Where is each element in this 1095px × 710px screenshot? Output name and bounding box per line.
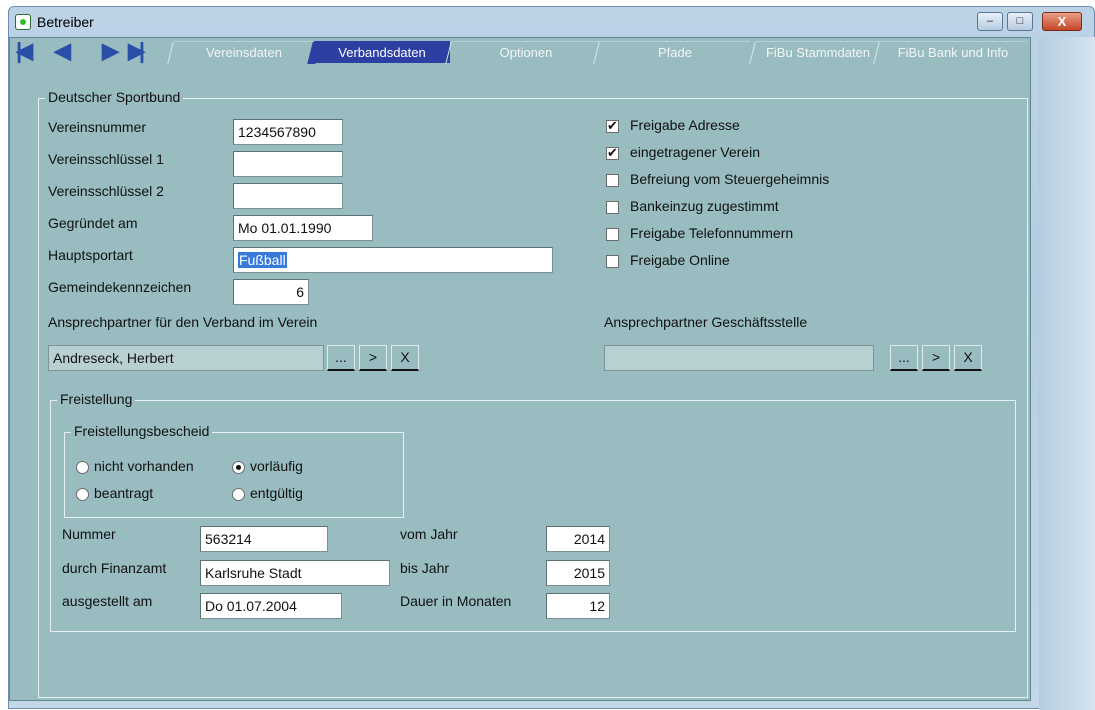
label-eingetragener-verein: eingetragener Verein: [630, 144, 760, 160]
label-vom-jahr: vom Jahr: [400, 526, 458, 542]
checkbox-bankeinzug[interactable]: [606, 201, 619, 214]
label-entgueltig: entgültig: [250, 485, 303, 501]
vom-jahr-input[interactable]: 2014: [546, 526, 610, 552]
label-bankeinzug: Bankeinzug zugestimmt: [630, 198, 779, 214]
radio-entgueltig[interactable]: [232, 488, 245, 501]
maximize-button[interactable]: □: [1007, 12, 1033, 31]
app-icon: [15, 14, 31, 30]
label-beantragt: beantragt: [94, 485, 154, 501]
ansprechpartner-geschaeftsstelle-field[interactable]: [604, 345, 874, 371]
vereinsschluessel-2-input[interactable]: [233, 183, 343, 209]
ausgestellt-input[interactable]: Do 01.07.2004: [200, 593, 342, 619]
label-hauptsportart: Hauptsportart: [48, 247, 133, 263]
ansprechpartner-geschaeftsstelle-browse-button[interactable]: ...: [890, 345, 918, 371]
checkbox-freigabe-adresse[interactable]: [606, 118, 619, 134]
label-freigabe-telefon: Freigabe Telefonnummern: [630, 225, 794, 241]
tab-pfade[interactable]: Pfade: [600, 41, 750, 63]
bis-jahr-input[interactable]: 2015: [546, 560, 610, 586]
close-button[interactable]: X: [1042, 12, 1082, 31]
gemeindekennzeichen-input[interactable]: 6: [233, 279, 309, 305]
ansprechpartner-geschaeftsstelle-clear-button[interactable]: X: [954, 345, 982, 371]
radio-nicht-vorhanden[interactable]: [76, 461, 89, 474]
label-ansprechpartner-verband: Ansprechpartner für den Verband im Verei…: [48, 314, 318, 330]
label-gegruendet: Gegründet am: [48, 215, 138, 231]
tab-vereinsdaten[interactable]: Vereinsdaten: [174, 41, 314, 63]
client-area: |◀ ◀ ▶ ▶| Vereinsdaten Verbandsdaten Opt…: [9, 37, 1031, 701]
tab-strip: Vereinsdaten Verbandsdaten Optionen Pfad…: [160, 41, 1030, 63]
group-legend-dsb: Deutscher Sportbund: [45, 89, 184, 105]
ansprechpartner-verband-clear-button[interactable]: X: [391, 345, 419, 371]
label-bis-jahr: bis Jahr: [400, 560, 450, 576]
label-freigabe-online: Freigabe Online: [630, 252, 730, 268]
label-finanzamt: durch Finanzamt: [62, 560, 167, 576]
dauer-input[interactable]: 12: [546, 593, 610, 619]
window-frame-right: [1039, 37, 1095, 710]
nav-last-button[interactable]: ▶|: [128, 40, 145, 62]
nummer-input[interactable]: 563214: [200, 526, 328, 552]
label-vereinsnummer: Vereinsnummer: [48, 119, 147, 135]
ansprechpartner-geschaeftsstelle-open-button[interactable]: >: [922, 345, 950, 371]
vereinsnummer-input[interactable]: 1234567890: [233, 119, 343, 145]
label-nicht-vorhanden: nicht vorhanden: [94, 458, 194, 474]
label-gemeindekennzeichen: Gemeindekennzeichen: [48, 279, 192, 295]
finanzamt-input[interactable]: Karlsruhe Stadt: [200, 560, 390, 586]
group-legend-freistellung: Freistellung: [57, 391, 136, 407]
minimize-button[interactable]: –: [977, 12, 1003, 31]
window-title: Betreiber: [37, 14, 94, 30]
label-ansprechpartner-geschaeftsstelle: Ansprechpartner Geschäftsstelle: [604, 314, 808, 330]
label-vereinsschluessel-2: Vereinsschlüssel 2: [48, 183, 164, 199]
hauptsportart-selected-text: Fußball: [238, 252, 287, 268]
label-ausgestellt: ausgestellt am: [62, 593, 153, 609]
label-freigabe-adresse: Freigabe Adresse: [630, 117, 740, 133]
radio-beantragt[interactable]: [76, 488, 89, 501]
label-vorlaeufig: vorläufig: [250, 458, 303, 474]
tab-fibu-stammdaten[interactable]: FiBu Stammdaten: [756, 41, 880, 63]
checkbox-befreiung-steuergeheimnis[interactable]: [606, 174, 619, 187]
title-bar[interactable]: Betreiber – □ X: [9, 7, 1094, 37]
nav-next-button[interactable]: ▶: [102, 40, 119, 62]
label-vereinsschluessel-1: Vereinsschlüssel 1: [48, 151, 164, 167]
nav-prev-button[interactable]: ◀: [54, 40, 71, 62]
nav-first-button[interactable]: |◀: [16, 40, 33, 62]
checkbox-freigabe-telefon[interactable]: [606, 228, 619, 241]
group-legend-freistellungsbescheid: Freistellungsbescheid: [71, 423, 213, 439]
tab-optionen[interactable]: Optionen: [452, 41, 600, 63]
hauptsportart-input[interactable]: Fußball: [233, 247, 553, 273]
ansprechpartner-verband-field[interactable]: Andreseck, Herbert: [48, 345, 324, 371]
checkbox-freigabe-online[interactable]: [606, 255, 619, 268]
checkbox-eingetragener-verein[interactable]: [606, 145, 619, 161]
label-dauer: Dauer in Monaten: [400, 593, 512, 609]
tab-fibu-bank-info[interactable]: FiBu Bank und Info: [880, 41, 1026, 63]
label-befreiung-steuergeheimnis: Befreiung vom Steuergeheimnis: [630, 171, 830, 187]
main-window: Betreiber – □ X |◀ ◀ ▶ ▶| Vereinsdaten V…: [8, 6, 1095, 710]
label-nummer: Nummer: [62, 526, 116, 542]
tab-verbandsdaten[interactable]: Verbandsdaten: [314, 41, 450, 63]
ansprechpartner-verband-browse-button[interactable]: ...: [327, 345, 355, 371]
vereinsschluessel-1-input[interactable]: [233, 151, 343, 177]
radio-vorlaeufig[interactable]: [232, 461, 245, 474]
group-freistellungsbescheid: Freistellungsbescheid: [64, 423, 404, 518]
gegruendet-input[interactable]: Mo 01.01.1990: [233, 215, 373, 241]
ansprechpartner-verband-open-button[interactable]: >: [359, 345, 387, 371]
